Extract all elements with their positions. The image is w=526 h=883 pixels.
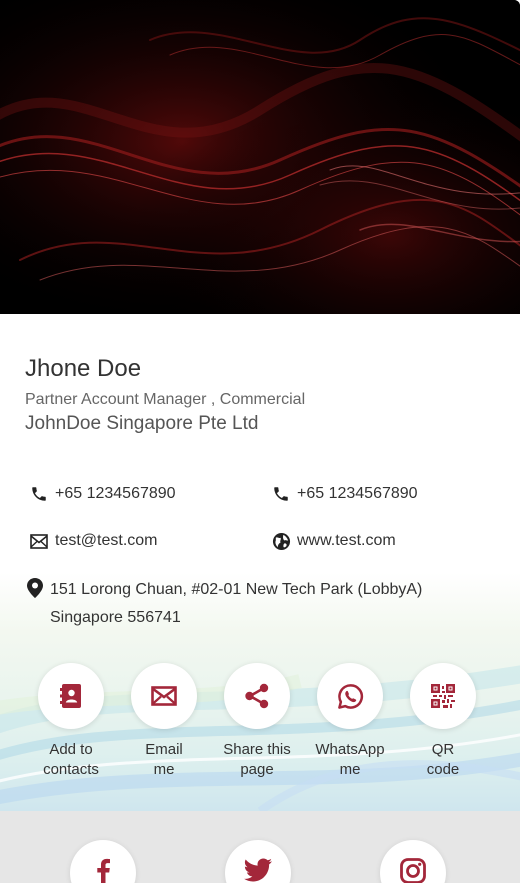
envelope-icon [29, 531, 49, 551]
whatsapp-me-circle[interactable] [317, 663, 383, 729]
cover-image [0, 0, 520, 314]
instagram-button[interactable] [380, 840, 446, 883]
share-page-circle[interactable] [224, 663, 290, 729]
globe-icon [271, 531, 291, 551]
email-link[interactable]: test@test.com [29, 531, 158, 551]
share-page-label: Share this page [223, 741, 291, 778]
qr-code-label: QR code [426, 741, 460, 778]
profile-section: Jhone Doe Partner Account Manager , Comm… [0, 314, 520, 811]
facebook-icon [97, 858, 110, 883]
address-link[interactable]: 151 Lorong Chuan, #02-01 New Tech Park (… [25, 576, 422, 632]
phone-link-secondary[interactable]: +65 1234567890 [271, 484, 418, 504]
address-line-1: 151 Lorong Chuan, #02-01 New Tech Park (… [50, 581, 423, 598]
phone-icon [29, 484, 49, 504]
phone-icon [271, 484, 291, 504]
phone-link-primary[interactable]: +65 1234567890 [29, 484, 176, 504]
address-line-2: Singapore 556741 [50, 609, 181, 626]
profile-name: Jhone Doe [25, 355, 142, 382]
address-book-icon [60, 684, 81, 708]
email-address: test@test.com [55, 532, 158, 549]
twitter-icon [244, 858, 272, 882]
twitter-button[interactable] [225, 840, 291, 883]
add-to-contacts-circle[interactable] [38, 663, 104, 729]
add-to-contacts-button[interactable]: Add to contacts [31, 663, 111, 780]
share-page-button[interactable]: Share this page [217, 663, 297, 780]
website-url: www.test.com [297, 532, 396, 549]
qr-code-button[interactable]: QR code [403, 663, 483, 780]
email-me-label: Email me [145, 741, 183, 778]
profile-company: JohnDoe Singapore Pte Ltd [25, 413, 259, 434]
add-to-contacts-label: Add to contacts [43, 741, 99, 778]
whatsapp-me-label: WhatsApp me [315, 741, 385, 778]
share-icon [245, 683, 269, 709]
business-card: Jhone Doe Partner Account Manager , Comm… [0, 0, 520, 883]
page-gutter [520, 0, 526, 883]
instagram-icon [400, 858, 426, 883]
email-me-circle[interactable] [131, 663, 197, 729]
email-me-button[interactable]: Email me [124, 663, 204, 780]
qr-code-icon [431, 684, 455, 708]
envelope-icon [151, 686, 177, 706]
phone-number-primary: +65 1234567890 [55, 485, 176, 502]
website-link[interactable]: www.test.com [271, 531, 396, 551]
phone-number-secondary: +65 1234567890 [297, 485, 418, 502]
qr-code-circle[interactable] [410, 663, 476, 729]
social-bar [0, 811, 520, 883]
whatsapp-me-button[interactable]: WhatsApp me [310, 663, 390, 780]
map-pin-icon [25, 578, 45, 598]
whatsapp-icon [337, 683, 363, 709]
profile-job-title: Partner Account Manager , Commercial [25, 391, 306, 408]
facebook-button[interactable] [70, 840, 136, 883]
